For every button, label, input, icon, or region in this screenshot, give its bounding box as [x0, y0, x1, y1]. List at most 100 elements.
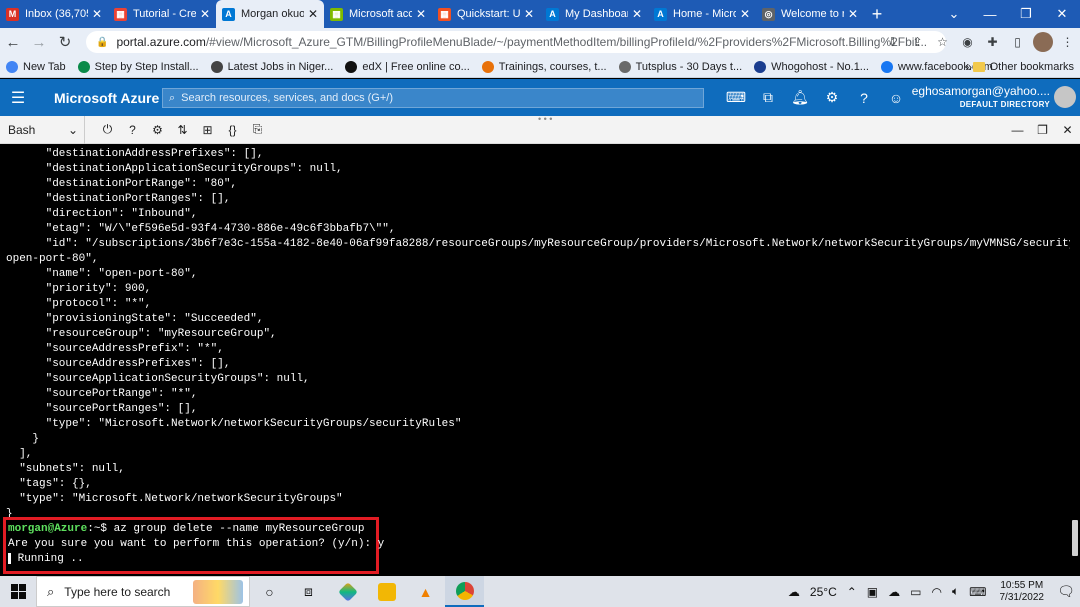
cortana-icon[interactable]: ○ — [250, 576, 289, 607]
language-icon[interactable]: ⌨ — [964, 585, 991, 599]
vlc-icon[interactable]: ▲ — [406, 576, 445, 607]
lock-icon: 🔒 — [96, 36, 109, 48]
url-input[interactable]: 🔒 portal.azure.com /#view/Microsoft_Azur… — [86, 31, 946, 53]
lock-app-icon[interactable] — [367, 576, 406, 607]
browser-tab[interactable]: A Morgan okuo ✕ — [216, 0, 324, 28]
tab-close-icon[interactable]: ✕ — [200, 7, 210, 21]
close-window-icon[interactable]: ✕ — [1044, 0, 1080, 28]
chrome-icon[interactable] — [445, 576, 484, 607]
taskbar-search-input[interactable]: ⌕ Type here to search — [36, 576, 250, 607]
meet-now-icon[interactable]: ▣ — [862, 585, 883, 599]
help-icon[interactable]: ? — [120, 123, 145, 137]
tab-close-icon[interactable]: ✕ — [92, 7, 102, 21]
browser-tab[interactable]: ▦ Quickstart: U ✕ — [432, 0, 540, 28]
browser-tab[interactable]: ▦ Microsoft acc ✕ — [324, 0, 432, 28]
settings-gear-icon[interactable]: ⚙ — [816, 89, 848, 106]
extension-color-icon[interactable]: ◉ — [955, 35, 980, 49]
reload-icon[interactable]: ↻ — [52, 28, 78, 56]
restore-icon[interactable]: ❐ — [1008, 0, 1044, 28]
display-icon[interactable]: ▭ — [905, 585, 926, 599]
forward-arrow-icon[interactable]: → — [26, 28, 52, 56]
close-shell-icon[interactable]: ✕ — [1055, 123, 1080, 137]
terminal-scrollbar[interactable] — [1070, 144, 1080, 576]
install-app-icon[interactable]: ⇩ — [880, 35, 905, 49]
bookmark-label: edX | Free online co... — [362, 60, 470, 73]
browser-menu-icon[interactable]: ⋮ — [1055, 35, 1080, 49]
tab-close-icon[interactable]: ✕ — [308, 7, 318, 21]
tab-close-icon[interactable]: ✕ — [848, 7, 858, 21]
bookmark-item[interactable]: edX | Free online co... — [339, 56, 475, 78]
search-icon: ⌕ — [47, 583, 55, 599]
account-menu[interactable]: eghosamorgan@yahoo.... DEFAULT DIRECTORY — [912, 85, 1050, 111]
cloud-shell-icon[interactable]: ⌨ — [720, 89, 752, 106]
new-session-icon[interactable]: ⊞ — [195, 123, 220, 137]
user-avatar[interactable] — [1054, 86, 1076, 108]
facebook-icon — [880, 60, 893, 73]
bookmark-item[interactable]: Whogohost - No.1... — [748, 56, 875, 78]
upload-download-icon[interactable]: ⇅ — [170, 123, 195, 137]
resize-grip-icon[interactable]: • • • — [538, 114, 552, 124]
wifi-icon[interactable]: ◠ — [926, 585, 946, 599]
browser-tab[interactable]: A My Dashboar ✕ — [540, 0, 648, 28]
browser-tab[interactable]: ◎ Welcome to r ✕ — [756, 0, 864, 28]
azure-brand-link[interactable]: Microsoft Azure — [54, 90, 162, 106]
browser-tab[interactable]: ▦ Tutorial - Cre ✕ — [108, 0, 216, 28]
scrollbar-thumb[interactable] — [1072, 520, 1078, 556]
terminal-line: "destinationPortRange": "80", — [6, 178, 238, 190]
browser-tab[interactable]: M Inbox (36,705 ✕ — [0, 0, 108, 28]
notifications-bell-icon[interactable]: 🔔︎ — [784, 89, 816, 106]
portal-menu-icon[interactable]: ☰ — [0, 88, 36, 108]
share-icon[interactable]: ⇪ — [905, 35, 930, 49]
bookmark-star-icon[interactable]: ☆ — [930, 35, 955, 49]
terminal-line: "tags": {}, — [6, 478, 92, 490]
settings-gear-icon[interactable]: ⚙ — [145, 123, 170, 137]
minimize-shell-icon[interactable]: — — [1005, 123, 1030, 137]
back-arrow-icon[interactable]: ← — [0, 28, 26, 56]
volume-icon[interactable]: 🔈︎ — [947, 584, 964, 599]
terminal-line: "sourcePortRanges": [], — [6, 403, 198, 415]
shell-type-select[interactable]: Bash ⌄ — [0, 115, 85, 144]
new-tab-icon[interactable]: + — [864, 0, 890, 28]
extensions-puzzle-icon[interactable]: ✚ — [980, 35, 1005, 49]
profile-avatar[interactable] — [1030, 32, 1055, 52]
bookmark-label: Tutsplus - 30 Days t... — [635, 60, 743, 73]
windows-start-icon[interactable] — [0, 576, 36, 607]
terminal-output[interactable]: "destinationAddressPrefixes": [], "desti… — [0, 144, 1080, 576]
gmail-icon: M — [6, 7, 19, 21]
terminal-line: "resourceGroup": "myResourceGroup", — [6, 328, 277, 340]
tray-chevron-up-icon[interactable]: ⌃ — [842, 585, 862, 599]
help-icon[interactable]: ? — [848, 90, 880, 106]
clock[interactable]: 10:55 PM 7/31/2022 — [992, 580, 1053, 604]
tab-close-icon[interactable]: ✕ — [740, 7, 750, 21]
more-bookmarks-chevron-icon[interactable]: » — [965, 56, 972, 78]
power-restart-icon[interactable]: ⏻ — [95, 122, 120, 137]
confirm-prompt: Are you sure you want to perform this op… — [8, 538, 385, 550]
tab-close-icon[interactable]: ✕ — [632, 7, 642, 21]
bookmark-item[interactable]: Latest Jobs in Niger... — [205, 56, 340, 78]
bookmark-item[interactable]: Step by Step Install... — [72, 56, 205, 78]
portal-search-input[interactable]: ⌕ Search resources, services, and docs (… — [162, 88, 704, 108]
other-bookmarks-folder[interactable]: Other bookmarks — [972, 56, 1074, 78]
bookmark-item[interactable]: New Tab — [0, 56, 72, 78]
browser-tab[interactable]: A Home - Micro ✕ — [648, 0, 756, 28]
task-view-icon[interactable]: ⧈ — [289, 576, 328, 607]
minimize-icon[interactable]: — — [972, 0, 1008, 28]
tab-close-icon[interactable]: ✕ — [416, 7, 426, 21]
temperature[interactable]: 25°C — [805, 585, 842, 599]
app-diamond-icon[interactable] — [328, 576, 367, 607]
prompt-user: morgan@Azure — [8, 523, 88, 535]
terminal-json-output: "destinationAddressPrefixes": [], "desti… — [6, 147, 1080, 522]
maximize-shell-icon[interactable]: ❐ — [1030, 123, 1055, 137]
directory-filter-icon[interactable]: ⧉ — [752, 89, 784, 106]
tab-search-chevron-icon[interactable]: ⌄ — [936, 0, 972, 28]
weather-cloud-icon[interactable]: ☁ — [783, 585, 805, 599]
tab-close-icon[interactable]: ✕ — [524, 7, 534, 21]
bookmark-item[interactable]: Tutsplus - 30 Days t... — [613, 56, 749, 78]
notifications-icon[interactable]: 🗨︎ — [1052, 583, 1080, 600]
feedback-icon[interactable]: ☺ — [880, 90, 912, 106]
web-preview-icon[interactable]: ⎘ — [245, 122, 270, 137]
editor-braces-icon[interactable]: {} — [220, 123, 245, 137]
side-panel-icon[interactable]: ▯ — [1005, 35, 1030, 49]
onedrive-cloud-icon[interactable]: ☁ — [883, 585, 905, 599]
bookmark-item[interactable]: Trainings, courses, t... — [476, 56, 613, 78]
